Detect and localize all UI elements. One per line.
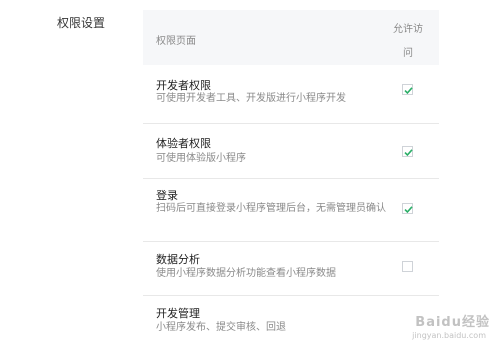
- header-page-column: 权限页面: [156, 36, 196, 47]
- checkmark-icon: [404, 149, 413, 157]
- table-row: 数据分析 使用小程序数据分析功能查看小程序数据: [143, 242, 439, 296]
- permissions-table: 权限页面 允许访问 开发者权限 可使用开发者工具、开发版进行小程序开发 体验者权…: [143, 10, 439, 342]
- row-desc: 小程序发布、提交审核、回退: [156, 322, 286, 333]
- row-desc: 可使用开发者工具、开发版进行小程序开发: [156, 93, 346, 104]
- table-row: 开发者权限 可使用开发者工具、开发版进行小程序开发: [143, 65, 439, 124]
- table-row: 登录 扫码后可直接登录小程序管理后台，无需管理员确认: [143, 179, 439, 242]
- table-row: 体验者权限 可使用体验版小程序: [143, 124, 439, 179]
- checkmark-icon: [404, 206, 413, 214]
- row-desc: 可使用体验版小程序: [156, 153, 246, 164]
- header-allow-column: 允许访问: [393, 24, 423, 59]
- allow-checkbox[interactable]: [402, 146, 413, 157]
- row-desc: 使用小程序数据分析功能查看小程序数据: [156, 268, 336, 279]
- watermark-logo: Baidu经验: [415, 315, 490, 330]
- row-title: 开发管理: [156, 307, 200, 320]
- allow-checkbox[interactable]: [402, 84, 413, 95]
- section-label: 权限设置: [57, 16, 106, 30]
- table-header: 权限页面 允许访问: [143, 10, 439, 65]
- row-desc: 扫码后可直接登录小程序管理后台，无需管理员确认: [156, 203, 386, 214]
- row-title: 体验者权限: [156, 137, 211, 150]
- checkmark-icon: [404, 87, 413, 95]
- watermark-url: jingyan.baidu.com: [412, 331, 486, 340]
- allow-checkbox[interactable]: [402, 203, 413, 214]
- row-title: 数据分析: [156, 253, 200, 266]
- allow-checkbox[interactable]: [402, 261, 413, 272]
- table-row: 开发管理 小程序发布、提交审核、回退: [143, 296, 439, 342]
